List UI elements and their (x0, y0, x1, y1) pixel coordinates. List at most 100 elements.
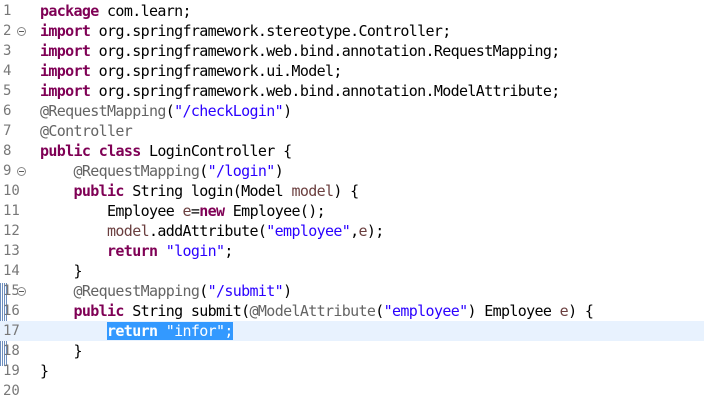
code-text: public String submit(@ModelAttribute("em… (40, 301, 594, 321)
code-token: org.springframework.web.bind.annotation.… (90, 42, 561, 60)
code-token: ); (366, 222, 384, 240)
code-token: ) (283, 102, 292, 120)
code-token: ; (224, 322, 233, 340)
code-line[interactable]: 15 @RequestMapping("/submit") (0, 281, 704, 301)
line-number: 16 (3, 303, 20, 319)
code-text: return "infor"; (40, 321, 233, 341)
parameter-token: e (182, 202, 191, 220)
code-line[interactable]: 14 } (0, 261, 704, 281)
collapse-fold-icon[interactable] (17, 167, 26, 176)
code-line[interactable]: 16 public String submit(@ModelAttribute(… (0, 301, 704, 321)
code-text: import org.springframework.ui.Model; (40, 61, 342, 81)
code-token: com.learn; (98, 2, 191, 20)
code-line[interactable]: 1 package com.learn; (0, 1, 704, 21)
line-number: 12 (3, 223, 20, 239)
line-number: 1 (3, 3, 12, 19)
keyword-token: public (40, 142, 91, 160)
text-selection[interactable]: return "infor"; (107, 322, 233, 340)
code-line[interactable]: 4 import org.springframework.ui.Model; (0, 61, 704, 81)
code-token: ) { (568, 302, 594, 320)
collapse-fold-icon[interactable] (17, 27, 26, 36)
code-token: String submit( (123, 302, 250, 320)
code-text: @RequestMapping("/submit") (40, 281, 293, 301)
line-number: 13 (3, 243, 20, 259)
code-token: } (40, 342, 83, 360)
code-text: @RequestMapping("/login") (40, 161, 284, 181)
code-text: import org.springframework.web.bind.anno… (40, 81, 560, 101)
code-token: , (350, 222, 359, 240)
code-text: return "login"; (40, 241, 233, 261)
code-line[interactable]: 18 } (0, 341, 704, 361)
code-text: public class LoginController { (40, 141, 292, 161)
code-line[interactable]: 20 (0, 381, 704, 401)
keyword-token: return (107, 242, 158, 260)
code-line[interactable]: 9 @RequestMapping("/login") (0, 161, 704, 181)
code-token: String login(Model (123, 182, 292, 200)
string-token: "employee" (383, 302, 468, 320)
keyword-token: public (73, 182, 125, 200)
code-line[interactable]: 8 public class LoginController { (0, 141, 704, 161)
code-line[interactable]: 5 import org.springframework.web.bind.ann… (0, 81, 704, 101)
code-text: @Controller (40, 121, 133, 141)
code-token: ( (375, 302, 384, 320)
code-token: } (40, 362, 49, 380)
collapse-fold-icon[interactable] (17, 287, 26, 296)
code-token: LoginController { (140, 142, 292, 160)
code-token: Employee (40, 202, 183, 220)
code-line[interactable]: 2 import org.springframework.stereotype.C… (0, 21, 704, 41)
annotation-token: @RequestMapping (40, 102, 166, 120)
parameter-token: e (358, 222, 368, 240)
line-number: 7 (3, 123, 12, 139)
line-number: 18 (3, 343, 20, 359)
string-token: "/checkLogin" (174, 102, 284, 120)
line-number: 17 (3, 323, 20, 339)
line-number: 3 (3, 43, 12, 59)
keyword-token: public (73, 302, 125, 320)
keyword-token: import (40, 42, 91, 60)
code-line[interactable]: 13 return "login"; (0, 241, 704, 261)
string-token: "infor" (165, 322, 225, 340)
code-editor[interactable]: 1 package com.learn; 2 import org.springfra… (0, 0, 704, 408)
code-text: package com.learn; (40, 1, 192, 21)
code-token: ) (283, 282, 292, 300)
code-text: } (40, 261, 83, 281)
code-token: ( (199, 162, 208, 180)
code-token: ) Employee (467, 302, 560, 320)
code-text: model.addAttribute("employee",e); (40, 221, 384, 241)
keyword-token: import (40, 82, 91, 100)
line-number: 4 (3, 63, 12, 79)
code-line[interactable]: 11 Employee e=new Employee(); (0, 201, 704, 221)
code-line[interactable]: 19} (0, 361, 704, 381)
line-number: 14 (3, 263, 20, 279)
parameter-token: model (291, 182, 334, 200)
line-number: 20 (3, 383, 20, 399)
code-token: ) { (333, 182, 359, 200)
code-line[interactable]: 6 @RequestMapping("/checkLogin") (0, 101, 704, 121)
line-number: 11 (3, 203, 20, 219)
code-token: ; (224, 242, 233, 260)
annotation-token: @Controller (40, 122, 133, 140)
keyword-token: package (40, 2, 99, 20)
string-token: "/submit" (207, 282, 284, 300)
keyword-token: import (40, 62, 91, 80)
code-token: .addAttribute( (148, 222, 267, 240)
code-line[interactable]: 7 @Controller (0, 121, 704, 141)
code-line[interactable]: 17 return "infor"; (0, 321, 704, 341)
code-token: = (190, 202, 200, 220)
annotation-token: @RequestMapping (73, 162, 200, 180)
code-line[interactable]: 12 model.addAttribute("employee",e); (0, 221, 704, 241)
code-text: @RequestMapping("/checkLogin") (40, 101, 292, 121)
code-line[interactable]: 10 public String login(Model model) { (0, 181, 704, 201)
code-token: org.springframework.stereotype.Controlle… (90, 22, 452, 40)
keyword-token: new (199, 202, 225, 220)
code-text: import org.springframework.web.bind.anno… (40, 41, 560, 61)
code-line[interactable]: 3 import org.springframework.web.bind.ann… (0, 41, 704, 61)
code-token: org.springframework.web.bind.annotation.… (90, 82, 561, 100)
